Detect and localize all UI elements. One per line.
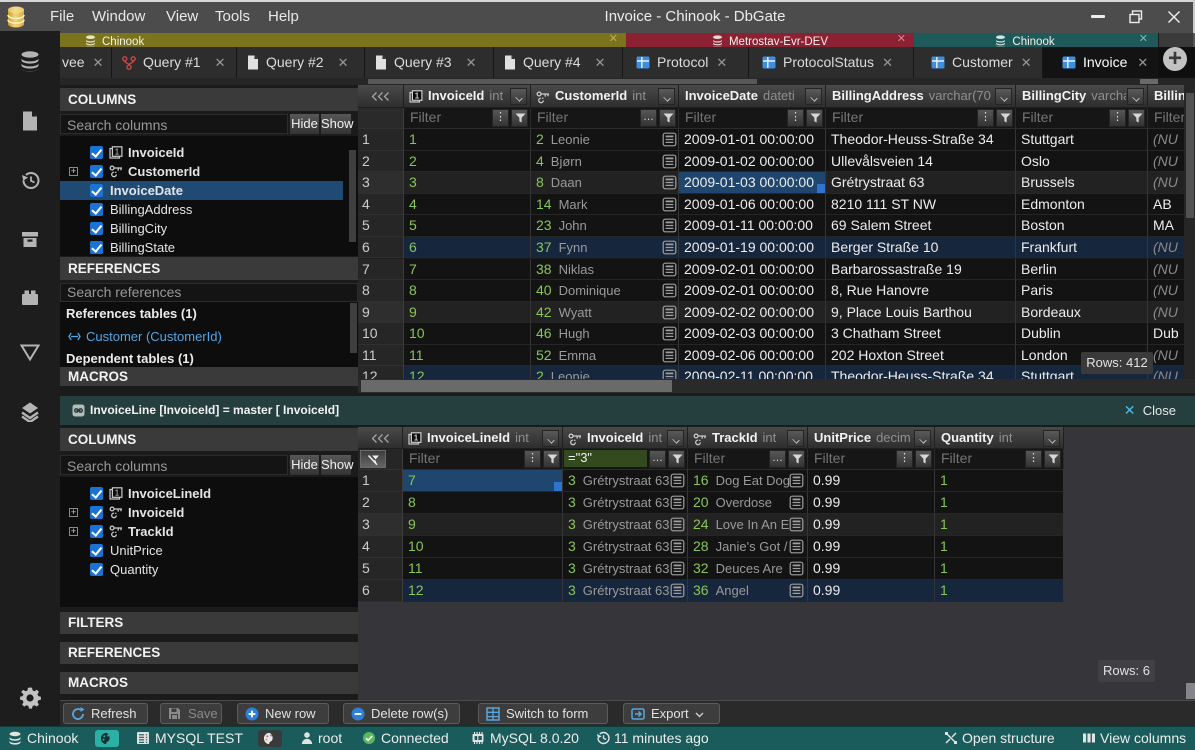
svg-text:1: 1 <box>414 434 419 443</box>
svg-text:1: 1 <box>115 148 120 157</box>
svg-text:1: 1 <box>115 489 120 498</box>
svg-text:1: 1 <box>415 92 420 101</box>
